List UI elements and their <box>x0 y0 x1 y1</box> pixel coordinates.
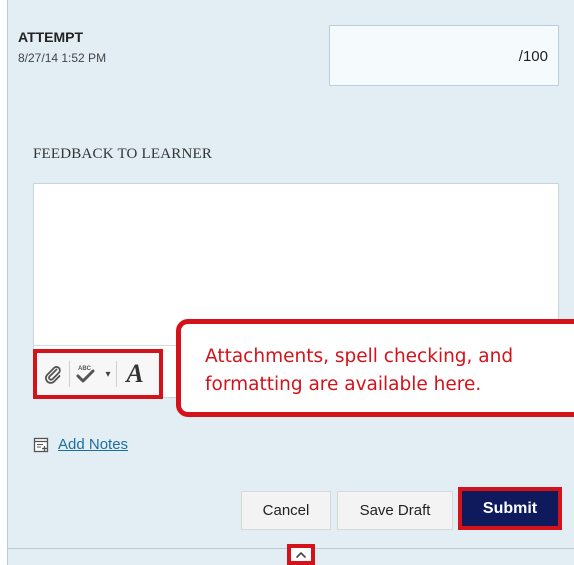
svg-text:ABC: ABC <box>78 366 92 372</box>
save-draft-button[interactable]: Save Draft <box>337 491 453 530</box>
spell-check-icon[interactable]: ABC <box>70 353 100 395</box>
callout-line-1: Attachments, spell checking, and <box>205 346 514 367</box>
collapse-button[interactable] <box>287 544 315 565</box>
grade-input[interactable]: /100 <box>329 25 559 86</box>
caret-down-icon[interactable]: ▾ <box>100 353 116 395</box>
submit-button[interactable]: Submit <box>458 487 562 530</box>
feedback-label: FEEDBACK TO LEARNER <box>33 146 213 162</box>
paperclip-icon[interactable] <box>37 353 69 395</box>
callout-line-2: formatting are available here. <box>205 374 482 395</box>
add-notes-link[interactable]: Add Notes <box>58 436 128 453</box>
annotation-callout: Attachments, spell checking, and formatt… <box>176 319 574 417</box>
attempt-date: 8/27/14 1:52 PM <box>18 51 107 65</box>
attempt-title: ATTEMPT <box>18 29 84 45</box>
chevron-up-icon <box>296 551 306 558</box>
notes-icon <box>33 437 49 452</box>
cancel-button[interactable]: Cancel <box>241 491 331 530</box>
format-text-icon[interactable]: A <box>117 353 153 395</box>
editor-toolbar: ABC ▾ A <box>33 349 163 399</box>
add-notes[interactable]: Add Notes <box>33 436 128 453</box>
grade-max-label: /100 <box>518 48 548 65</box>
